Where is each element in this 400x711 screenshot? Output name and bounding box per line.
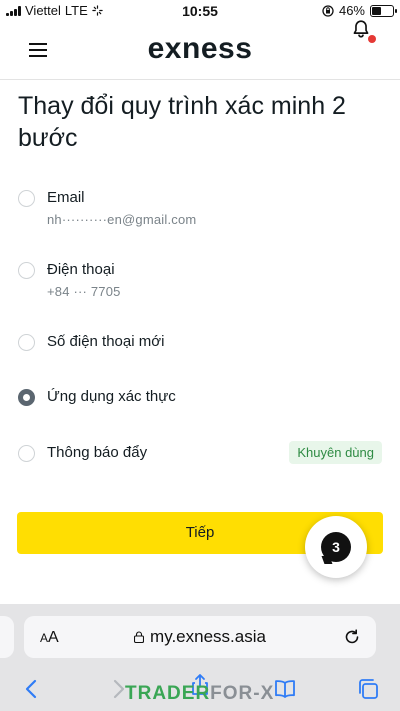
option-new-phone[interactable]: Số điện thoại mới bbox=[18, 331, 382, 353]
option-authenticator-app[interactable]: Ứng dụng xác thực bbox=[18, 386, 382, 408]
battery-percent: 46% bbox=[338, 3, 365, 18]
radio-new-phone[interactable] bbox=[18, 334, 35, 351]
status-right: 46% bbox=[322, 3, 397, 18]
option-label: Thông báo đẩy bbox=[47, 444, 148, 461]
option-phone[interactable]: Điện thoại +84 ··· 7705 bbox=[18, 259, 382, 299]
radio-authenticator-app[interactable] bbox=[18, 389, 35, 406]
bookmarks-icon[interactable] bbox=[273, 677, 297, 701]
option-email[interactable]: Email nh··········en@gmail.com bbox=[18, 187, 382, 227]
recommended-badge: Khuyên dùng bbox=[289, 441, 382, 464]
exness-logo[interactable]: exness bbox=[0, 32, 400, 66]
option-label: Số điện thoại mới bbox=[47, 333, 165, 350]
chat-count: 3 bbox=[332, 539, 340, 555]
battery-icon bbox=[370, 4, 397, 17]
radio-push-notification[interactable] bbox=[18, 445, 35, 462]
option-label: Ứng dụng xác thực bbox=[47, 388, 176, 405]
back-icon[interactable] bbox=[20, 677, 44, 701]
chat-icon: 3 bbox=[321, 532, 351, 562]
watermark-part-1: TRADER bbox=[125, 683, 211, 704]
watermark-part-2: FOR-X bbox=[210, 683, 275, 704]
radio-phone[interactable] bbox=[18, 262, 35, 279]
option-detail: +84 ··· 7705 bbox=[47, 284, 121, 299]
option-label: Email bbox=[47, 189, 85, 206]
option-label: Điện thoại bbox=[47, 261, 115, 278]
chat-support-button[interactable]: 3 bbox=[305, 516, 367, 578]
orientation-lock-icon bbox=[322, 4, 334, 17]
option-push-notification[interactable]: Thông báo đẩy Khuyên dùng bbox=[18, 441, 382, 464]
reload-icon[interactable] bbox=[343, 628, 361, 646]
status-bar: Viettel LTE 10:55 46% bbox=[0, 0, 400, 22]
url-display[interactable]: my.exness.asia bbox=[0, 627, 400, 647]
notification-dot bbox=[368, 35, 376, 43]
tabs-icon[interactable] bbox=[356, 677, 380, 701]
app-header: exness bbox=[0, 22, 400, 80]
page-title: Thay đổi quy trình xác minh 2 bước bbox=[18, 92, 346, 152]
radio-email[interactable] bbox=[18, 190, 35, 207]
option-detail: nh··········en@gmail.com bbox=[47, 212, 197, 227]
watermark: TRADERFOR-X bbox=[125, 683, 274, 705]
lock-icon bbox=[134, 631, 145, 643]
url-text: my.exness.asia bbox=[150, 627, 266, 646]
